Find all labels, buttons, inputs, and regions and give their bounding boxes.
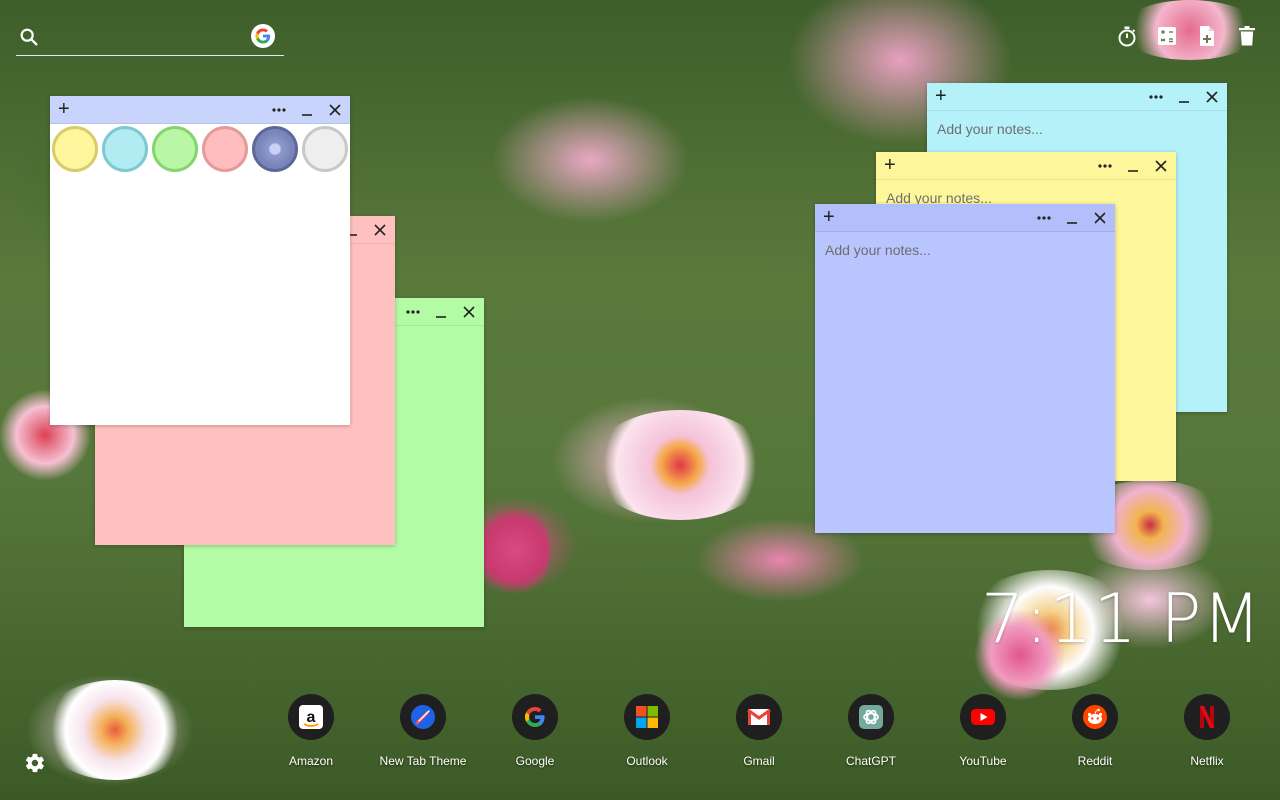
color-swatch-pink[interactable] (202, 126, 248, 172)
close-note-button[interactable] (371, 221, 389, 239)
shortcut-label: Reddit (1077, 754, 1113, 768)
background-flower (590, 410, 770, 520)
add-note-button[interactable]: + (935, 86, 947, 106)
shortcut-youtube[interactable]: YouTube (927, 694, 1039, 774)
sticky-note-white[interactable]: + (50, 96, 350, 425)
new-tab-theme-icon (400, 694, 446, 740)
chatgpt-icon (848, 694, 894, 740)
shortcut-label: Google (515, 754, 555, 768)
close-note-button[interactable] (1152, 157, 1170, 175)
gmail-icon (736, 694, 782, 740)
add-note-button[interactable]: + (58, 99, 70, 119)
shortcut-outlook[interactable]: Outlook (591, 694, 703, 774)
reddit-icon (1072, 694, 1118, 740)
shortcut-google[interactable]: Google (479, 694, 591, 774)
new-note-icon[interactable] (1196, 24, 1218, 48)
color-palette (50, 124, 350, 174)
note-header[interactable]: + (927, 83, 1227, 111)
note-menu-button[interactable] (404, 303, 422, 321)
background-flower (40, 680, 190, 780)
background-flower (480, 500, 550, 600)
note-header[interactable]: + (815, 204, 1115, 232)
shortcut-label: Amazon (288, 754, 334, 768)
shortcut-reddit[interactable]: Reddit (1039, 694, 1151, 774)
note-header[interactable]: + (876, 152, 1176, 180)
google-g-icon[interactable] (251, 24, 275, 48)
shortcut-label: YouTube (959, 754, 1007, 768)
close-note-button[interactable] (1091, 209, 1109, 227)
minimize-note-button[interactable] (1175, 88, 1193, 106)
minimize-note-button[interactable] (1124, 157, 1142, 175)
close-note-button[interactable] (460, 303, 478, 321)
top-toolbar (1116, 24, 1258, 48)
shortcut-label: Netflix (1190, 754, 1224, 768)
note-menu-button[interactable] (1147, 88, 1165, 106)
shortcut-label: ChatGPT (845, 754, 896, 768)
svg-text:a: a (307, 709, 316, 726)
clock-time: 7:11 PM (981, 580, 1262, 659)
shortcut-label: New Tab Theme (379, 754, 467, 768)
shortcut-amazon[interactable]: a Amazon (255, 694, 367, 774)
note-text-area[interactable] (825, 242, 1105, 274)
add-note-button[interactable]: + (823, 207, 835, 227)
youtube-icon (960, 694, 1006, 740)
color-swatch-white[interactable] (302, 126, 348, 172)
minimize-note-button[interactable] (432, 303, 450, 321)
shortcut-netflix[interactable]: Netflix (1151, 694, 1263, 774)
gear-icon[interactable] (24, 752, 48, 776)
shortcut-label: Outlook (626, 754, 668, 768)
search-icon[interactable] (18, 26, 40, 48)
note-menu-button[interactable] (270, 101, 288, 119)
color-swatch-lavender[interactable] (252, 126, 298, 172)
shortcut-dock: a Amazon New Tab Theme Google Outlook Gm (255, 694, 1255, 774)
calculator-icon[interactable] (1156, 24, 1178, 48)
netflix-icon (1184, 694, 1230, 740)
close-note-button[interactable] (1203, 88, 1221, 106)
shortcut-gmail[interactable]: Gmail (703, 694, 815, 774)
minimize-note-button[interactable] (298, 101, 316, 119)
note-menu-button[interactable] (1035, 209, 1053, 227)
note-text-area[interactable] (937, 121, 1217, 153)
shortcut-new-tab-theme[interactable]: New Tab Theme (367, 694, 479, 774)
minimize-note-button[interactable] (1063, 209, 1081, 227)
amazon-icon: a (288, 694, 334, 740)
search-bar (16, 22, 284, 56)
shortcut-label: Gmail (743, 754, 775, 768)
color-swatch-blue[interactable] (102, 126, 148, 172)
search-input[interactable] (46, 24, 246, 50)
google-icon (512, 694, 558, 740)
color-swatch-yellow[interactable] (52, 126, 98, 172)
sticky-note-lavender[interactable]: + (815, 204, 1115, 533)
stopwatch-icon[interactable] (1116, 24, 1138, 48)
color-swatch-green[interactable] (152, 126, 198, 172)
microsoft-icon (624, 694, 670, 740)
note-menu-button[interactable] (1096, 157, 1114, 175)
note-body[interactable] (815, 232, 1115, 287)
add-note-button[interactable]: + (884, 155, 896, 175)
shortcut-chatgpt[interactable]: ChatGPT (815, 694, 927, 774)
trash-icon[interactable] (1236, 24, 1258, 48)
note-header[interactable]: + (50, 96, 350, 124)
close-note-button[interactable] (326, 101, 344, 119)
